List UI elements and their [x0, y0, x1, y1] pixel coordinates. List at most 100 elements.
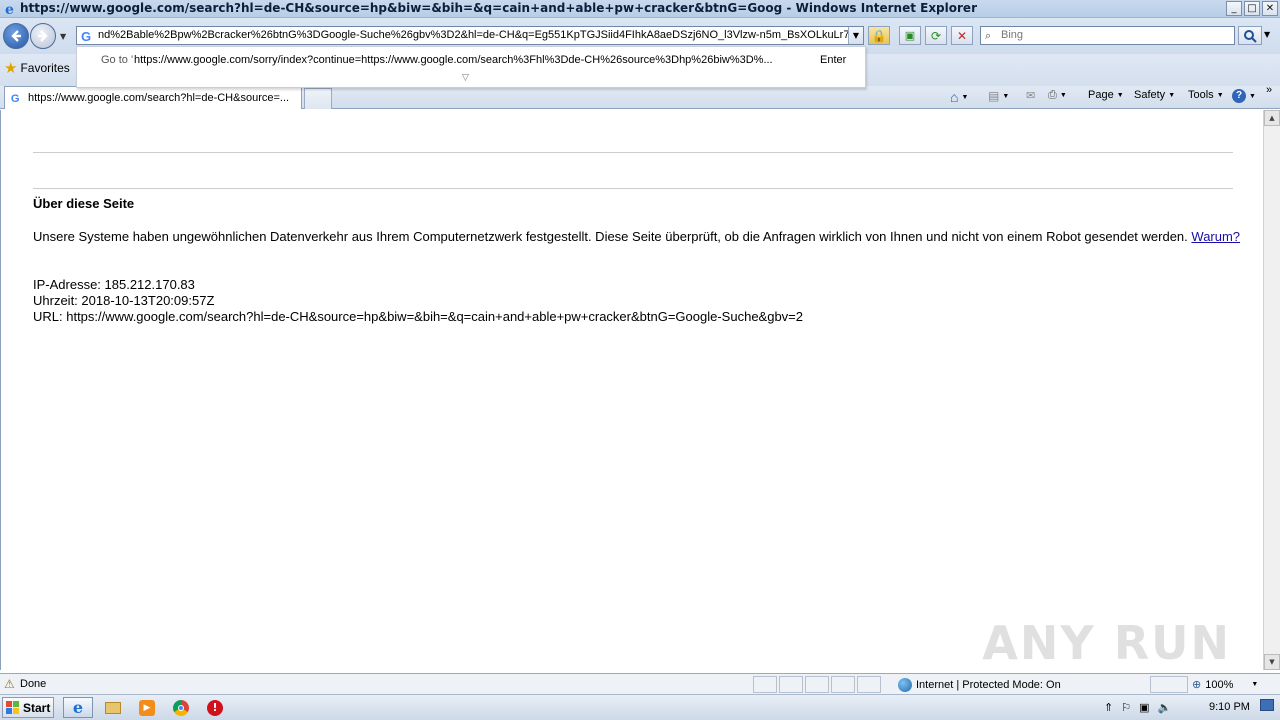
- status-panel: [779, 676, 803, 693]
- close-button[interactable]: ✕: [1262, 1, 1278, 16]
- internet-explorer-icon: e: [3, 1, 19, 18]
- magnifier-icon: [1244, 29, 1257, 43]
- divider: [33, 188, 1233, 189]
- status-panel: [805, 676, 829, 693]
- volume-icon[interactable]: 🔈: [1158, 701, 1172, 714]
- printer-icon: ⎙: [1048, 89, 1057, 101]
- search-box[interactable]: ⌕ Bing: [980, 26, 1235, 45]
- address-bar[interactable]: G nd%2Bable%2Bpw%2Bcracker%26btnG%3DGoog…: [76, 26, 864, 45]
- scroll-down-arrow-icon[interactable]: ▼: [1264, 654, 1280, 670]
- globe-icon: [898, 677, 912, 692]
- vertical-scrollbar[interactable]: ▲ ▼: [1263, 110, 1280, 670]
- refresh-icon[interactable]: ⟳: [925, 26, 947, 45]
- zone-text: Internet | Protected Mode: On: [916, 678, 1061, 691]
- back-button[interactable]: [3, 23, 29, 49]
- tab-row: G https://www.google.com/search?hl=de-CH…: [0, 84, 1280, 109]
- anyrun-watermark: ANY RUN: [982, 616, 1231, 670]
- zoom-level: 100%: [1205, 678, 1234, 691]
- safety-menu-label: Safety: [1134, 89, 1166, 101]
- windows-logo-icon: [6, 700, 19, 714]
- favorites-button[interactable]: ★ Favorites: [4, 59, 70, 77]
- internet-explorer-icon: e: [72, 698, 84, 717]
- time-line: Uhrzeit: 2018-10-13T20:09:57Z: [33, 293, 215, 308]
- taskbar-explorer[interactable]: [98, 697, 128, 718]
- mail-icon: ✉: [1026, 90, 1036, 102]
- taskbar: Start e ▶ ! ⇑ ⚐ ▣ 🔈 9:10 PM: [0, 694, 1280, 720]
- tools-menu-label: Tools: [1188, 89, 1214, 101]
- google-favicon-icon: G: [11, 93, 20, 105]
- taskbar-security-app[interactable]: !: [200, 697, 230, 718]
- safety-menu[interactable]: Safety ▼: [1134, 89, 1175, 101]
- status-panel: [831, 676, 855, 693]
- help-icon: ?: [1232, 89, 1246, 103]
- enter-hint: Enter: [820, 54, 847, 66]
- svg-text:G: G: [11, 93, 20, 105]
- search-options-dropdown[interactable]: ▼: [1264, 30, 1270, 39]
- new-tab-button[interactable]: [304, 88, 332, 109]
- scroll-up-arrow-icon[interactable]: ▲: [1264, 110, 1280, 126]
- status-panel: [857, 676, 881, 693]
- read-mail-button[interactable]: ✉: [1026, 89, 1035, 102]
- rss-icon: ▤: [988, 89, 1000, 103]
- autocomplete-suggestion[interactable]: https://www.google.com/sorry/index?conti…: [134, 54, 773, 66]
- ip-address-line: IP-Adresse: 185.212.170.83: [33, 277, 195, 292]
- svg-text:G: G: [81, 29, 91, 43]
- page-menu-label: Page: [1088, 89, 1114, 101]
- message-text: Unsere Systeme haben ungewöhnlichen Date…: [33, 229, 1188, 244]
- address-autocomplete-dropdown: Go to ' https://www.google.com/sorry/ind…: [76, 46, 866, 88]
- status-bar: ⚠ Done Internet | Protected Mode: On ⊕ 1…: [0, 673, 1280, 694]
- clock[interactable]: 9:10 PM: [1209, 701, 1250, 713]
- status-panel: [753, 676, 777, 693]
- window-title: https://www.google.com/search?hl=de-CH&s…: [20, 1, 977, 15]
- search-provider-icon: ⌕: [985, 29, 992, 42]
- system-tray: ⇑ ⚐ ▣ 🔈: [1104, 697, 1171, 718]
- why-link[interactable]: Warum?: [1191, 229, 1240, 244]
- forward-arrow-icon: [38, 30, 48, 42]
- media-player-icon: ▶: [139, 699, 155, 716]
- help-button[interactable]: ? ▼: [1232, 89, 1256, 103]
- stop-icon[interactable]: ✕: [951, 26, 973, 45]
- start-button[interactable]: Start: [2, 697, 54, 718]
- search-input[interactable]: Bing: [1001, 29, 1023, 41]
- action-center-flag-icon[interactable]: ⚐: [1121, 701, 1131, 714]
- tab-google-search[interactable]: G https://www.google.com/search?hl=de-CH…: [4, 86, 302, 109]
- tools-menu[interactable]: Tools ▼: [1188, 89, 1224, 101]
- red-alert-icon: !: [207, 699, 223, 716]
- page-content: Über diese Seite Unsere Systeme haben un…: [0, 110, 1263, 670]
- home-button[interactable]: ⌂ ▼: [950, 89, 968, 105]
- zoom-control[interactable]: ⊕ 100% ▼: [1192, 676, 1258, 693]
- more-commands-chevron-icon[interactable]: »: [1266, 84, 1272, 96]
- security-lock-icon[interactable]: 🔒: [868, 26, 890, 45]
- status-text: Done: [20, 678, 47, 690]
- print-button[interactable]: ⎙ ▼: [1048, 89, 1067, 102]
- svg-text:e: e: [5, 2, 14, 17]
- chrome-icon: [173, 699, 189, 716]
- taskbar-internet-explorer[interactable]: e: [63, 697, 93, 718]
- address-input[interactable]: nd%2Bable%2Bpw%2Bcracker%26btnG%3DGoogle…: [98, 29, 848, 41]
- taskbar-media-player[interactable]: ▶: [132, 697, 162, 718]
- feeds-button[interactable]: ▤ ▼: [988, 89, 1009, 103]
- show-desktop-icon[interactable]: [1260, 699, 1276, 715]
- expand-suggestions-icon[interactable]: ▽: [462, 73, 469, 83]
- protected-mode-button[interactable]: [1150, 676, 1188, 693]
- forward-button[interactable]: [30, 23, 56, 49]
- taskbar-chrome[interactable]: [166, 697, 196, 718]
- go-to-label: Go to ': [101, 54, 134, 66]
- tab-title: https://www.google.com/search?hl=de-CH&s…: [28, 92, 290, 104]
- maximize-button[interactable]: □: [1244, 1, 1260, 16]
- window-controls: _ □ ✕: [1226, 1, 1278, 16]
- recent-pages-dropdown[interactable]: ▼: [60, 32, 66, 41]
- favorites-label: Favorites: [20, 61, 70, 75]
- tray-expand-icon[interactable]: ⇑: [1104, 701, 1113, 714]
- page-menu[interactable]: Page ▼: [1088, 89, 1124, 101]
- minimize-button[interactable]: _: [1226, 1, 1242, 16]
- address-dropdown-icon[interactable]: ▼: [848, 27, 863, 44]
- network-icon[interactable]: ▣: [1139, 701, 1149, 714]
- security-zone[interactable]: Internet | Protected Mode: On: [898, 676, 1061, 693]
- search-button[interactable]: [1238, 26, 1262, 45]
- compatibility-view-icon[interactable]: ▣: [899, 26, 921, 45]
- zoom-dropdown-icon[interactable]: ▼: [1251, 681, 1258, 688]
- folder-icon: [105, 701, 121, 714]
- home-icon: ⌂: [950, 89, 959, 105]
- back-arrow-icon: [11, 30, 21, 42]
